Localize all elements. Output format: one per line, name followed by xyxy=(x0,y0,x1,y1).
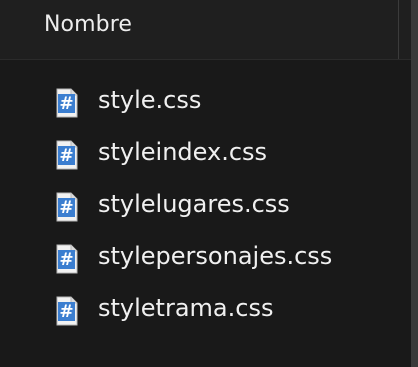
css-file-icon: # xyxy=(56,192,78,222)
svg-text:#: # xyxy=(59,146,73,166)
file-name: stylepersonajes.css xyxy=(98,242,333,270)
column-header-name[interactable]: Nombre xyxy=(44,12,132,37)
list-item[interactable]: # styleindex.css xyxy=(0,133,411,185)
file-explorer-pane: Nombre # style.css # styleindex.css # st… xyxy=(0,0,418,367)
file-name: stylelugares.css xyxy=(98,190,290,218)
css-file-icon: # xyxy=(56,88,78,118)
file-name: style.css xyxy=(98,86,202,114)
css-file-icon: # xyxy=(56,296,78,326)
column-header[interactable]: Nombre xyxy=(0,0,411,60)
list-item[interactable]: # styletrama.css xyxy=(0,289,411,341)
pane-right-border xyxy=(411,0,418,367)
list-item[interactable]: # stylepersonajes.css xyxy=(0,237,411,289)
svg-text:#: # xyxy=(59,250,73,270)
list-item[interactable]: # stylelugares.css xyxy=(0,185,411,237)
column-divider[interactable] xyxy=(398,0,399,59)
css-file-icon: # xyxy=(56,244,78,274)
file-name: styletrama.css xyxy=(98,294,274,322)
file-name: styleindex.css xyxy=(98,138,268,166)
svg-text:#: # xyxy=(59,302,73,322)
file-list: # style.css # styleindex.css # styleluga… xyxy=(0,81,411,341)
css-file-icon: # xyxy=(56,140,78,170)
list-item[interactable]: # style.css xyxy=(0,81,411,133)
svg-text:#: # xyxy=(59,94,73,114)
svg-text:#: # xyxy=(59,198,73,218)
